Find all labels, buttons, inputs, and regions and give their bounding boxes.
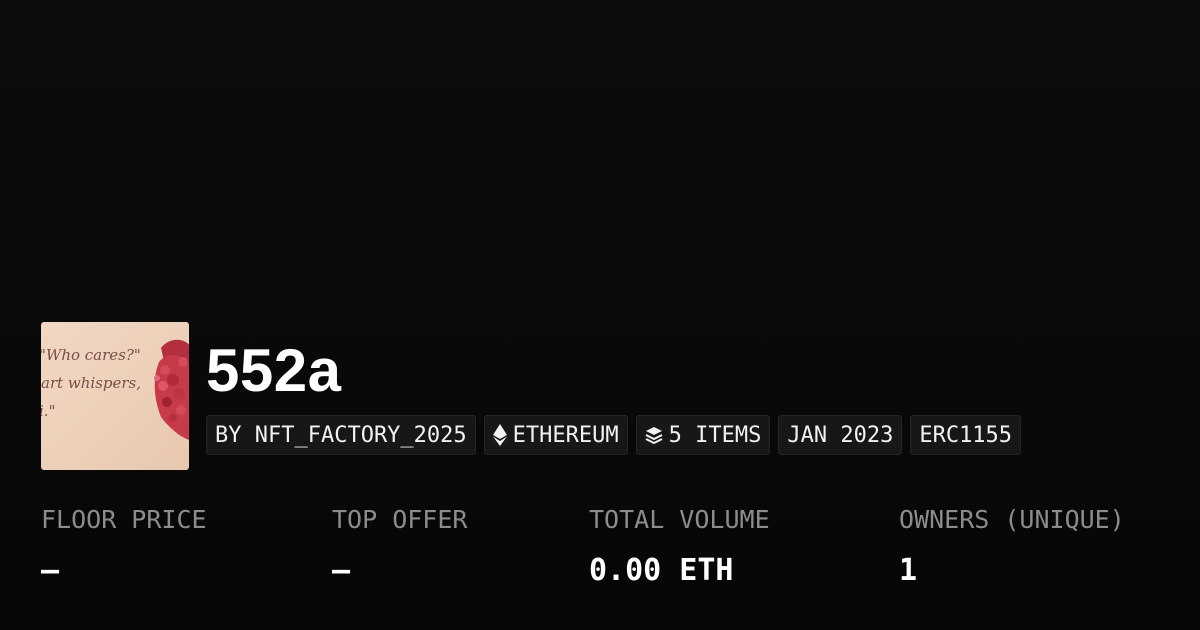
date-label: JAN 2023 bbox=[787, 422, 894, 448]
collection-info: 552a BY NFT_FACTORY_2025 ETHEREUM 5 ITEM… bbox=[206, 322, 1022, 455]
collection-thumbnail: "Who cares?" art whispers, i." bbox=[41, 322, 189, 470]
thumbnail-line-1: "Who cares?" bbox=[41, 346, 141, 364]
standard-badge: ERC1155 bbox=[910, 415, 1022, 455]
stat-value: 1 bbox=[899, 553, 918, 588]
date-badge: JAN 2023 bbox=[778, 415, 903, 455]
chain-badge[interactable]: ETHEREUM bbox=[483, 415, 628, 455]
creator-label: BY NFT_FACTORY_2025 bbox=[215, 422, 467, 448]
stat-total-volume: TOTAL VOLUME 0.00 ETH bbox=[589, 502, 770, 591]
stat-owners: OWNERS (UNIQUE) 1 bbox=[899, 502, 1125, 591]
stat-value: 0.00 ETH bbox=[589, 553, 734, 588]
chain-label: ETHEREUM bbox=[512, 422, 619, 448]
stat-label: OWNERS (UNIQUE) bbox=[899, 505, 1125, 534]
ethereum-icon bbox=[492, 424, 507, 446]
layers-icon bbox=[645, 427, 663, 444]
thumbnail-art: "Who cares?" art whispers, i." bbox=[41, 339, 189, 440]
stat-floor-price: FLOOR PRICE – bbox=[41, 502, 207, 591]
preview-card: "Who cares?" art whispers, i." 552a BY N… bbox=[0, 0, 1200, 630]
stat-label: FLOOR PRICE bbox=[41, 505, 207, 534]
stat-value: – bbox=[332, 553, 351, 588]
stat-value: – bbox=[41, 553, 60, 588]
thumbnail-line-3: i." bbox=[41, 402, 55, 420]
items-badge[interactable]: 5 ITEMS bbox=[635, 415, 771, 455]
stat-label: TOP OFFER bbox=[332, 505, 468, 534]
stat-top-offer: TOP OFFER – bbox=[332, 502, 467, 591]
creator-badge[interactable]: BY NFT_FACTORY_2025 bbox=[206, 415, 476, 455]
collection-title: 552a bbox=[206, 337, 342, 404]
thumbnail-line-2: art whispers, bbox=[41, 374, 141, 392]
collection-header: "Who cares?" art whispers, i." 552a BY N… bbox=[41, 322, 1022, 470]
standard-label: ERC1155 bbox=[919, 422, 1013, 448]
stats-row: FLOOR PRICE – TOP OFFER – TOTAL VOLUME 0… bbox=[41, 502, 1171, 602]
stat-label: TOTAL VOLUME bbox=[589, 505, 770, 534]
badge-row: BY NFT_FACTORY_2025 ETHEREUM 5 ITEMS JAN… bbox=[206, 415, 1022, 455]
items-label: 5 ITEMS bbox=[668, 422, 762, 448]
